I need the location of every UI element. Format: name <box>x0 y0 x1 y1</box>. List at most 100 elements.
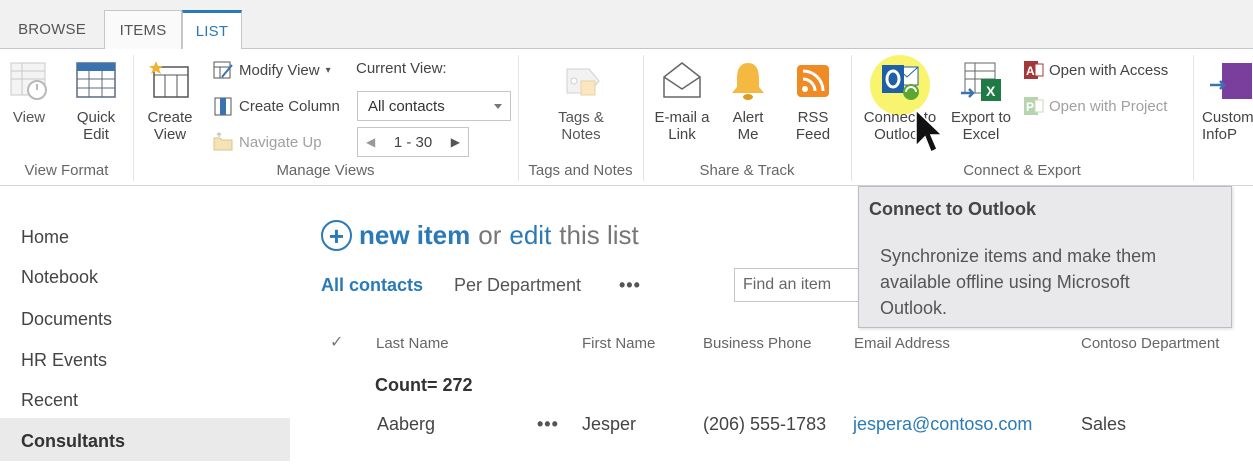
next-page-icon[interactable]: ▶ <box>451 135 460 149</box>
group-divider <box>1193 55 1194 181</box>
edit-list-link[interactable]: edit <box>509 220 551 251</box>
tooltip-description: Synchronize items and make them availabl… <box>880 246 1157 318</box>
nav-item-notebook[interactable]: Notebook <box>21 267 98 288</box>
previous-page-icon[interactable]: ◀ <box>366 135 375 149</box>
nav-item-documents[interactable]: Documents <box>21 309 112 330</box>
navigate-up-label: Navigate Up <box>239 133 322 151</box>
alert-me-button[interactable]: Alert Me <box>724 59 772 143</box>
view-tab-per-department[interactable]: Per Department <box>454 275 581 296</box>
email-link-button[interactable]: E-mail a Link <box>650 59 714 143</box>
more-views-button[interactable]: ••• <box>619 275 641 296</box>
chevron-down-icon: ▾ <box>325 64 331 76</box>
this-list-text: this list <box>559 220 639 250</box>
or-text: or <box>478 220 502 250</box>
svg-text:A: A <box>1026 64 1035 78</box>
export-to-excel-button[interactable]: X Export to Excel <box>946 59 1016 143</box>
alert-me-label: Alert Me <box>732 109 764 143</box>
group-label-share-track: Share & Track <box>699 162 795 179</box>
view-button-label: View <box>12 109 46 126</box>
column-header-contoso-department[interactable]: Contoso Department <box>1081 335 1219 352</box>
tag-icon <box>566 68 600 96</box>
cell-department: Sales <box>1081 414 1127 434</box>
dropdown-caret-icon <box>494 104 502 109</box>
nav-item-hr-events[interactable]: HR Events <box>21 350 107 371</box>
open-with-access-label: Open with Access <box>1049 61 1169 79</box>
svg-text:X: X <box>986 83 996 99</box>
project-icon: P <box>1024 97 1044 115</box>
connect-to-outlook-tooltip: Connect to Outlook Synchronize items and… <box>858 186 1232 328</box>
item-count: Count= 272 <box>375 375 473 395</box>
navigate-up-button[interactable]: Navigate Up <box>212 128 322 156</box>
envelope-icon <box>663 62 701 98</box>
group-label-tags-notes: Tags and Notes <box>528 162 633 179</box>
column-header-first-name[interactable]: First Name <box>582 335 655 352</box>
create-view-icon <box>149 61 189 98</box>
folder-up-icon <box>213 131 233 151</box>
customize-form-button[interactable]: Custom InfoP <box>1202 59 1253 143</box>
tags-notes-label: Tags & Notes <box>558 109 604 143</box>
excel-icon: X <box>961 62 1001 101</box>
modify-view-icon <box>213 61 233 79</box>
tags-notes-button[interactable]: Tags & Notes <box>546 59 616 143</box>
column-header-last-name[interactable]: Last Name <box>376 335 449 352</box>
column-header-business-phone[interactable]: Business Phone <box>703 335 811 352</box>
current-view-select[interactable]: All contacts <box>357 91 511 121</box>
select-all-checkmark-icon[interactable]: ✓ <box>330 332 343 352</box>
cell-first-name: Jesper <box>582 414 637 434</box>
new-item-link[interactable]: new item <box>359 220 470 251</box>
current-view-label: Current View: <box>356 60 447 77</box>
tab-list[interactable]: LIST <box>182 10 242 50</box>
paging-control: ◀ 1 - 30 ▶ <box>357 127 469 157</box>
create-column-icon <box>214 97 232 116</box>
rss-icon <box>797 65 829 97</box>
modify-view-label: Modify View <box>239 61 320 79</box>
access-icon: A <box>1024 61 1044 79</box>
create-view-button[interactable]: Create View <box>144 59 196 143</box>
export-to-excel-label: Export to Excel <box>950 109 1012 143</box>
current-view-value: All contacts <box>368 97 445 115</box>
view-tab-all-contacts[interactable]: All contacts <box>321 275 423 296</box>
customize-form-label: Custom InfoP <box>1202 109 1253 143</box>
open-with-project-label: Open with Project <box>1049 97 1168 115</box>
cell-email-link[interactable]: jespera@contoso.com <box>853 414 1032 435</box>
row-menu-button[interactable]: ••• <box>537 414 559 435</box>
cell-business-phone: (206) 555-1783 <box>703 414 827 434</box>
modify-view-button[interactable]: Modify View ▾ <box>212 56 331 84</box>
open-with-access-button[interactable]: A Open with Access <box>1022 56 1168 84</box>
ribbon-tab-bar: BROWSE ITEMS LIST <box>0 0 1253 50</box>
outlook-icon <box>882 65 919 100</box>
group-label-manage-views: Manage Views <box>276 162 375 179</box>
rss-feed-label: RSS Feed <box>795 109 831 143</box>
open-with-project-button[interactable]: P Open with Project <box>1022 92 1167 120</box>
quick-edit-button[interactable]: Quick Edit <box>70 59 122 143</box>
cell-last-name[interactable]: Aaberg <box>377 414 435 435</box>
search-placeholder: Find an item <box>743 276 832 293</box>
nav-item-home[interactable]: Home <box>21 227 69 248</box>
view-icon <box>10 62 47 100</box>
nav-item-consultants[interactable]: Consultants <box>21 431 125 452</box>
group-label-connect-export: Connect & Export <box>963 162 1081 179</box>
tab-browse[interactable]: BROWSE <box>0 10 104 49</box>
pager-range: 1 - 30 <box>393 133 433 151</box>
group-label-view-format: View Format <box>24 162 109 179</box>
create-column-label: Create Column <box>239 97 340 115</box>
column-header-email-address[interactable]: Email Address <box>854 335 950 352</box>
svg-text:P: P <box>1026 100 1034 114</box>
tab-items[interactable]: ITEMS <box>104 10 182 49</box>
create-view-label: Create View <box>147 109 193 143</box>
view-button[interactable]: View <box>4 59 54 126</box>
ribbon: View Quick Edit View Format Create View <box>0 49 1253 186</box>
rss-feed-button[interactable]: RSS Feed <box>790 59 836 143</box>
search-input[interactable]: Find an item <box>734 268 874 302</box>
nav-item-recent[interactable]: Recent <box>21 390 78 411</box>
create-column-button[interactable]: Create Column <box>212 92 340 120</box>
infopath-icon <box>1210 63 1252 99</box>
tooltip-title: Connect to Outlook <box>869 199 1036 219</box>
quick-edit-icon <box>76 62 116 98</box>
email-link-label: E-mail a Link <box>654 109 710 143</box>
mouse-cursor-icon <box>915 108 944 154</box>
new-item-bar: + new item or edit this list <box>321 220 639 251</box>
bell-icon <box>732 63 764 100</box>
quick-edit-label: Quick Edit <box>76 109 116 143</box>
add-icon[interactable]: + <box>321 220 352 251</box>
